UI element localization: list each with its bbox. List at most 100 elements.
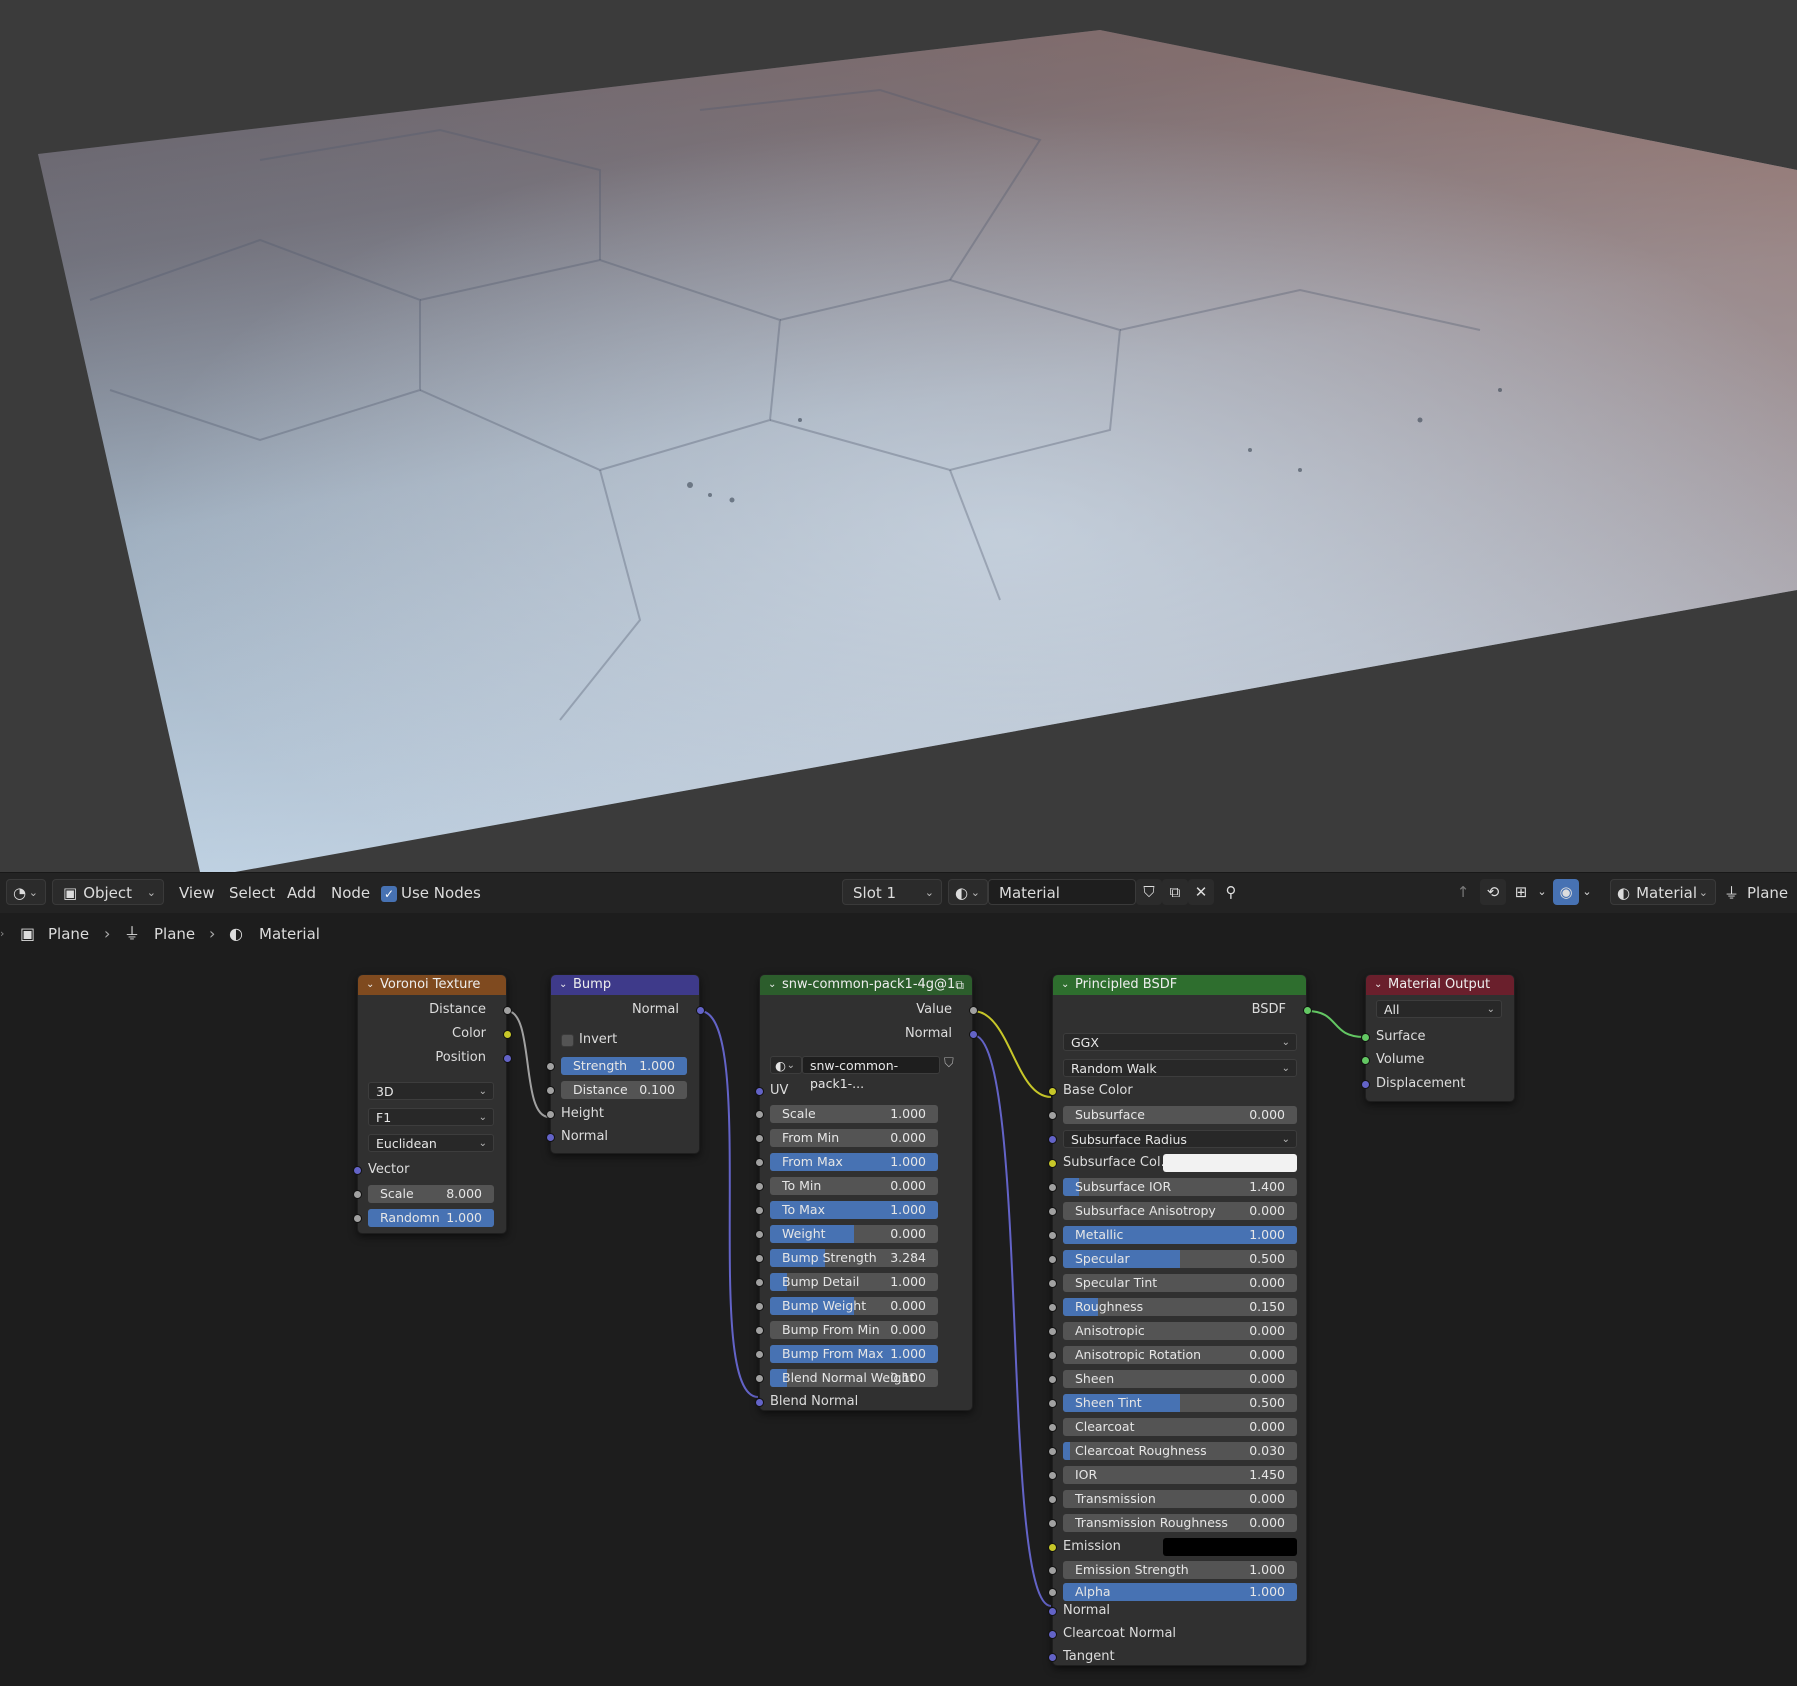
principled-bsdf-node[interactable]: ⌄ Principled BSDF BSDF GGX ⌄ Random Walk ⌄ … [1048,974,1312,1666]
3d-viewport[interactable] [0,0,1797,872]
scale-field[interactable]: Scale 8.000 [368,1185,494,1203]
socket-alpha-in[interactable] [1048,1588,1057,1597]
socket-input[interactable] [1048,1327,1057,1336]
socket-normal-out[interactable] [696,1006,705,1015]
socket-input[interactable] [755,1326,764,1335]
input-field[interactable]: Bump Detail 1.000 [770,1273,938,1291]
socket-distance-out[interactable] [503,1006,512,1015]
input-field[interactable]: IOR 1.450 [1063,1466,1297,1484]
duplicate-material-icon[interactable]: ⧉ [1162,879,1188,905]
fake-user-shield-icon[interactable]: ⛉ [944,1056,954,1071]
input-field[interactable]: Anisotropic Rotation 0.000 [1063,1346,1297,1364]
socket-volume-in[interactable] [1361,1056,1370,1065]
input-field[interactable]: Bump From Min 0.000 [770,1321,938,1339]
strength-field[interactable]: Strength 1.000 [561,1057,687,1075]
socket-input[interactable] [1048,1207,1057,1216]
subsurface-color-swatch[interactable] [1163,1154,1297,1172]
input-field[interactable]: Clearcoat 0.000 [1063,1418,1297,1436]
material-browse-button[interactable]: ◐ ⌄ [948,879,988,905]
input-field[interactable]: Bump From Max 1.000 [770,1345,938,1363]
menu-add[interactable]: Add [287,879,316,907]
socket-input[interactable] [1048,1423,1057,1432]
socket-input[interactable] [755,1182,764,1191]
input-field[interactable]: Specular Tint 0.000 [1063,1274,1297,1292]
input-field[interactable]: Transmission Roughness 0.000 [1063,1514,1297,1532]
input-field[interactable]: To Min 0.000 [770,1177,938,1195]
socket-input[interactable] [1048,1375,1057,1384]
voronoi-texture-node[interactable]: ⌄ Voronoi Texture Distance Color Position… [353,974,512,1234]
subsurface-radius-dropdown[interactable]: Subsurface Radius ⌄ [1063,1130,1297,1148]
distribution-dropdown[interactable]: GGX ⌄ [1063,1033,1297,1051]
node-group-icon[interactable]: ⧉ [955,975,964,995]
input-field[interactable]: Bump Strength 3.284 [770,1249,938,1267]
input-field[interactable]: Transmission 0.000 [1063,1490,1297,1508]
input-field[interactable]: Roughness 0.150 [1063,1298,1297,1316]
editor-type-selector[interactable]: ◔ ⌄ [6,879,46,905]
socket-height-in[interactable] [546,1110,555,1119]
socket-scale-in[interactable] [353,1190,362,1199]
socket-input[interactable] [755,1158,764,1167]
distance-field[interactable]: Distance 0.100 [561,1081,687,1099]
socket-input[interactable] [755,1302,764,1311]
socket-input[interactable] [755,1374,764,1383]
socket-input[interactable] [755,1206,764,1215]
socket-vector-in[interactable] [353,1166,362,1175]
socket-value-out[interactable] [969,1006,978,1015]
unlink-x-icon[interactable]: ✕ [1188,879,1214,905]
node-group-name-field[interactable]: snw-common-pack1-... [802,1056,940,1091]
feature-dropdown[interactable]: F1 ⌄ [368,1108,494,1126]
mode-selector[interactable]: ▣ Object ⌄ [52,879,164,905]
parent-node-tree-icon[interactable]: ↑ [1450,879,1476,905]
socket-subsurface-color-in[interactable] [1048,1159,1057,1168]
input-field[interactable]: Scale 1.000 [770,1105,938,1123]
socket-clearcoat-normal-in[interactable] [1048,1630,1057,1639]
socket-input[interactable] [755,1134,764,1143]
socket-input[interactable] [1048,1519,1057,1528]
socket-base-color-in[interactable] [1048,1087,1057,1096]
bsdf-node-header[interactable]: ⌄ Principled BSDF [1053,975,1306,995]
subsurface-method-dropdown[interactable]: Random Walk ⌄ [1063,1059,1297,1077]
metric-dropdown[interactable]: Euclidean ⌄ [368,1134,494,1152]
socket-input[interactable] [1048,1399,1057,1408]
socket-tangent-in[interactable] [1048,1653,1057,1662]
menu-node[interactable]: Node [331,879,370,907]
socket-input[interactable] [1048,1183,1057,1192]
socket-color-out[interactable] [503,1030,512,1039]
socket-displacement-in[interactable] [1361,1080,1370,1089]
socket-input[interactable] [1048,1279,1057,1288]
input-field[interactable]: From Min 0.000 [770,1129,938,1147]
bump-node-header[interactable]: ⌄ Bump [551,975,699,995]
snap-icon[interactable]: ⟲ [1480,879,1506,905]
input-field[interactable]: Specular 0.500 [1063,1250,1297,1268]
socket-input[interactable] [1048,1447,1057,1456]
socket-input[interactable] [755,1278,764,1287]
input-field[interactable]: Subsurface IOR 1.400 [1063,1178,1297,1196]
input-field[interactable]: To Max 1.000 [770,1201,938,1219]
group-node-header[interactable]: ⌄ snw-common-pack1-4g@1 ⧉ [760,975,972,995]
menu-view[interactable]: View [179,879,215,907]
socket-normal-in[interactable] [1048,1607,1057,1616]
use-nodes-toggle[interactable]: ✓ Use Nodes [381,879,481,907]
socket-normal-in[interactable] [546,1133,555,1142]
socket-subsurface-radius-in[interactable] [1048,1135,1057,1144]
socket-position-out[interactable] [503,1054,512,1063]
socket-emission-strength-in[interactable] [1048,1566,1057,1575]
socket-subsurface-in[interactable] [1048,1111,1057,1120]
input-field[interactable]: Sheen Tint 0.500 [1063,1394,1297,1412]
input-field[interactable]: Subsurface Anisotropy 0.000 [1063,1202,1297,1220]
socket-input[interactable] [755,1110,764,1119]
input-field[interactable]: Anisotropic 0.000 [1063,1322,1297,1340]
pin-icon[interactable]: ⚲ [1218,879,1244,905]
randomness-field[interactable]: Randomn 1.000 [368,1209,494,1227]
socket-surface-in[interactable] [1361,1033,1370,1042]
chevron-down-icon[interactable]: ⌄ [1534,879,1550,905]
input-field[interactable]: Bump Weight 0.000 [770,1297,938,1315]
emission-color-swatch[interactable] [1163,1538,1297,1556]
input-field[interactable]: Sheen 0.000 [1063,1370,1297,1388]
socket-input[interactable] [1048,1255,1057,1264]
socket-distance-in[interactable] [546,1086,555,1095]
socket-input[interactable] [1048,1495,1057,1504]
subsurface-field[interactable]: Subsurface 0.000 [1063,1106,1297,1124]
input-field[interactable]: Clearcoat Roughness 0.030 [1063,1442,1297,1460]
socket-strength-in[interactable] [546,1062,555,1071]
